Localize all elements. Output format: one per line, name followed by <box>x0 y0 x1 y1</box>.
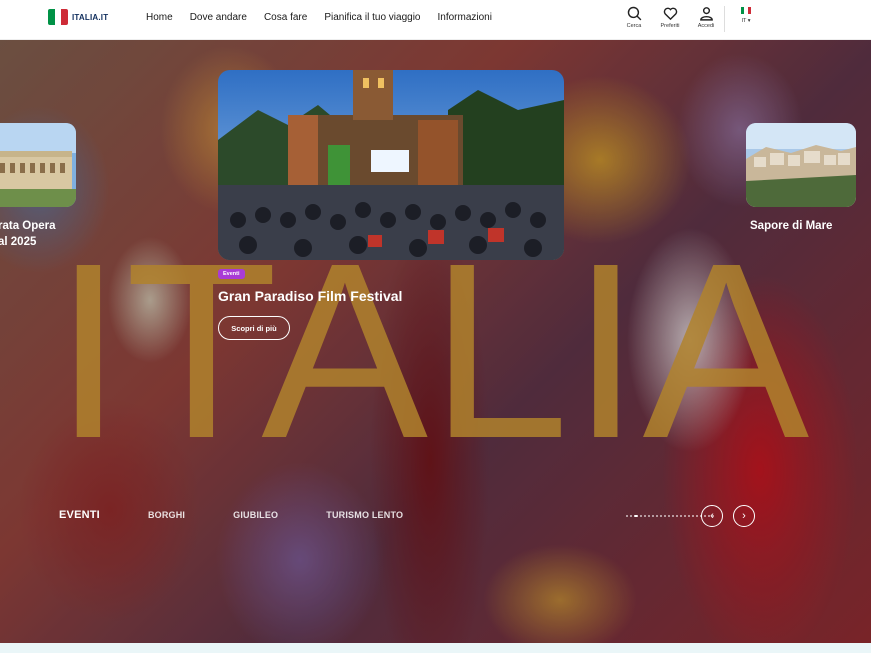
opera-building-image <box>0 123 76 207</box>
hero-carousel: ITALIA rata Opera al 2025 Sapore di Mare… <box>0 40 871 643</box>
pagination-dot[interactable] <box>696 515 698 517</box>
category-tag: Eventi <box>218 269 245 279</box>
search-icon <box>627 6 641 21</box>
nav-item-home[interactable]: Home <box>146 12 173 23</box>
search-label: Cerca <box>626 23 642 29</box>
pagination-dot[interactable] <box>626 515 628 517</box>
tab-giubileo[interactable]: GIUBILEO <box>233 510 278 520</box>
login-label: Accedi <box>697 23 715 29</box>
tab-borghi[interactable]: BORGHI <box>148 510 185 520</box>
logo-text: ITALIA.IT <box>72 12 109 22</box>
pagination-dot[interactable] <box>676 515 678 517</box>
language-flag-icon <box>741 7 751 14</box>
site-logo[interactable]: ITALIA.IT <box>48 9 108 25</box>
site-header: ITALIA.IT Home Dove andare Cosa fare Pia… <box>0 0 871 40</box>
nav-item-informazioni[interactable]: Informazioni <box>437 12 491 23</box>
tab-turismo-lento[interactable]: TURISMO LENTO <box>326 510 403 520</box>
hero-big-word: ITALIA <box>53 211 812 490</box>
favorites-button[interactable]: Preferiti <box>658 5 682 29</box>
italian-flag-icon <box>48 9 68 25</box>
carousel-card-next-title: Sapore di Mare <box>750 220 833 232</box>
header-tools: Cerca Preferiti Accedi <box>622 5 718 29</box>
nav-item-pianifica[interactable]: Pianifica il tuo viaggio <box>324 12 420 23</box>
carousel-card-previous[interactable] <box>0 123 76 207</box>
login-button[interactable]: Accedi <box>694 5 718 29</box>
pagination-dot[interactable] <box>660 515 662 517</box>
pagination-dot[interactable] <box>634 515 638 517</box>
pagination-dot[interactable] <box>672 515 674 517</box>
user-icon <box>699 7 713 21</box>
pagination-dot[interactable] <box>640 515 642 517</box>
pagination-dot[interactable] <box>684 515 686 517</box>
pagination-dot[interactable] <box>630 515 632 517</box>
chevron-right-icon: › <box>742 510 746 522</box>
next-section-edge <box>0 643 871 653</box>
tab-eventi[interactable]: EVENTI <box>59 509 100 521</box>
film-festival-image <box>218 70 564 260</box>
pagination-dot[interactable] <box>656 515 658 517</box>
pagination-dot[interactable] <box>668 515 670 517</box>
pagination-dot[interactable] <box>688 515 690 517</box>
main-nav: Home Dove andare Cosa fare Pianifica il … <box>146 12 492 23</box>
pagination-dot[interactable] <box>644 515 646 517</box>
seaside-village-image <box>746 123 856 207</box>
category-tabs: EVENTI BORGHI GIUBILEO TURISMO LENTO <box>59 509 451 521</box>
nav-item-cosa-fare[interactable]: Cosa fare <box>264 12 307 23</box>
carousel-card-previous-title: rata Opera al 2025 <box>0 220 56 248</box>
pagination-dot[interactable] <box>692 515 694 517</box>
chevron-left-icon: ‹ <box>710 510 714 522</box>
language-label: IT ▾ <box>741 18 751 24</box>
heart-icon <box>663 7 677 21</box>
pagination-dot[interactable] <box>648 515 650 517</box>
pagination-dot[interactable] <box>652 515 654 517</box>
carousel-card-active[interactable] <box>218 70 564 260</box>
pagination-dot[interactable] <box>664 515 666 517</box>
nav-item-dove-andare[interactable]: Dove andare <box>190 12 247 23</box>
carousel-next-button[interactable]: › <box>733 505 755 527</box>
header-divider <box>724 6 725 32</box>
carousel-card-next[interactable] <box>746 123 856 207</box>
pagination-dot[interactable] <box>680 515 682 517</box>
favorites-label: Preferiti <box>660 23 680 29</box>
carousel-prev-button[interactable]: ‹ <box>701 505 723 527</box>
language-selector[interactable]: IT ▾ <box>741 7 751 24</box>
search-button[interactable]: Cerca <box>622 5 646 29</box>
discover-more-button[interactable]: Scopri di più <box>218 316 290 340</box>
active-card-title: Gran Paradiso Film Festival <box>218 288 403 304</box>
